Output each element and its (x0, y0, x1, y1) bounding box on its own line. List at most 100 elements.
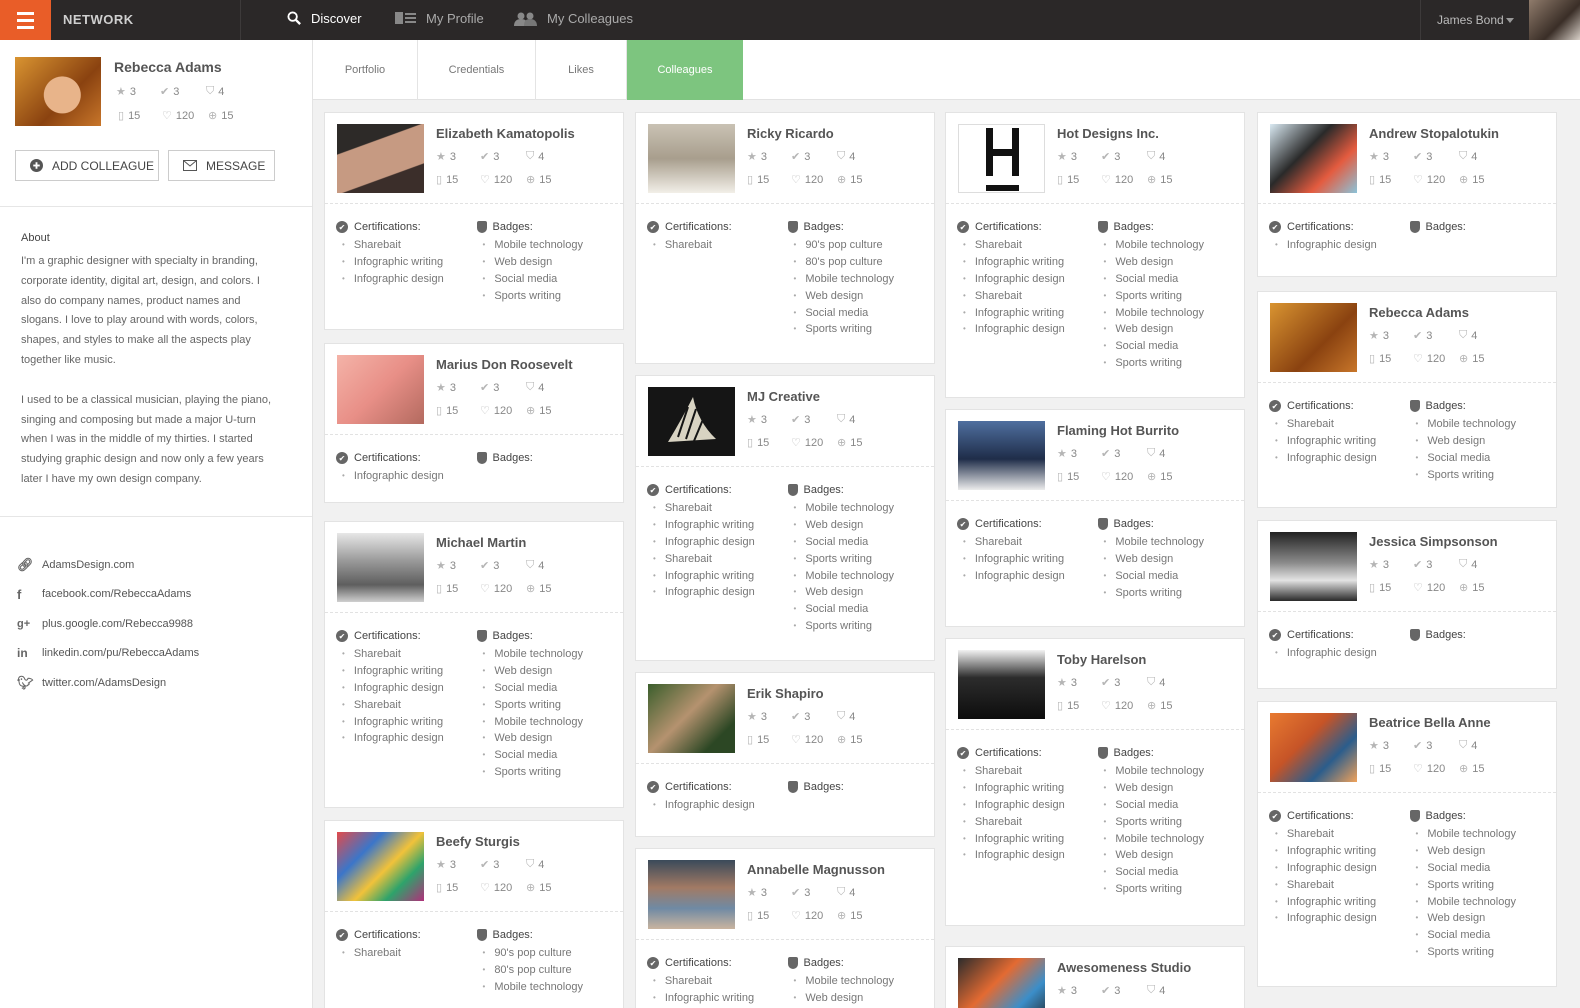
colleague-name[interactable]: Michael Martin (436, 535, 526, 550)
list-item: Web design (794, 517, 929, 534)
heart-icon: ♡ (791, 734, 801, 746)
list-item: Sharebait (653, 551, 788, 568)
colleague-name[interactable]: MJ Creative (747, 389, 820, 404)
colleague-name[interactable]: Jessica Simpsonson (1369, 534, 1498, 549)
stat: ★ 3 (436, 150, 480, 164)
avatar[interactable] (648, 124, 735, 193)
colleague-name[interactable]: Flaming Hot Burrito (1057, 423, 1179, 438)
chevron-down-icon[interactable] (1506, 18, 1514, 23)
tab-portfolio[interactable]: Portfolio (313, 40, 418, 100)
colleague-card[interactable]: Marius Don Roosevelt ★ 3 ✔ 3 ⛉ 4 ▯ 15 ♡ 120 ⊕ 15 ✔ Cer… (324, 343, 624, 503)
colleague-name[interactable]: Rebecca Adams (1369, 305, 1469, 320)
colleague-card[interactable]: Jessica Simpsonson ★ 3 ✔ 3 ⛉ 4 ▯ 15 ♡ 120 ⊕ 15 ✔ Certi… (1257, 520, 1557, 689)
colleague-card[interactable]: Annabelle Magnusson ★ 3 ✔ 3 ⛉ 4 ▯ 15 ♡ 120 ⊕ 15 ✔ Cert… (635, 848, 935, 1008)
nav-discover[interactable]: Discover (287, 11, 362, 26)
colleague-name[interactable]: Hot Designs Inc. (1057, 126, 1159, 141)
badges-label: Badges: (803, 781, 844, 793)
card-header: Jessica Simpsonson ★ 3 ✔ 3 ⛉ 4 ▯ 15 ♡ 120 ⊕ 15 (1258, 521, 1556, 612)
avatar[interactable] (958, 124, 1045, 193)
stat: ✔ 3 (1101, 447, 1147, 461)
plus-circle-icon: ⊕ (208, 110, 218, 122)
badges-column: Badges: Mobile technologyWeb designSocial… (476, 220, 618, 305)
user-avatar[interactable] (1529, 0, 1580, 40)
link-google-plus[interactable]: g+ plus.google.com/Rebecca9988 (17, 609, 199, 639)
add-colleague-button[interactable]: ADD COLLEAGUE (15, 150, 159, 181)
colleague-card[interactable]: Rebecca Adams ★ 3 ✔ 3 ⛉ 4 ▯ 15 ♡ 120 ⊕ 15 ✔ Certificat… (1257, 291, 1557, 508)
colleague-card[interactable]: Erik Shapiro ★ 3 ✔ 3 ⛉ 4 ▯ 15 ♡ 120 ⊕ 15 ✔ Certificati… (635, 672, 935, 837)
avatar[interactable] (337, 355, 424, 424)
menu-icon[interactable] (0, 0, 51, 40)
document-icon: ▯ (1057, 174, 1064, 186)
colleague-name[interactable]: Awesomeness Studio (1057, 960, 1191, 975)
avatar[interactable] (648, 684, 735, 753)
check-icon: ✔ (1101, 448, 1111, 460)
avatar[interactable] (1270, 532, 1357, 601)
list-item: Social media (794, 534, 929, 551)
colleague-card[interactable]: Michael Martin ★ 3 ✔ 3 ⛉ 4 ▯ 15 ♡ 120 ⊕ 15 ✔ Certifica… (324, 521, 624, 808)
link-facebook[interactable]: f facebook.com/RebeccaAdams (17, 580, 199, 610)
colleague-card[interactable]: Awesomeness Studio★3✔3⛉4▯15♡120⊕15 (945, 946, 1245, 1008)
link-linkedin[interactable]: in linkedin.com/pu/RebeccaAdams (17, 639, 199, 669)
nav-my-profile[interactable]: My Profile (395, 11, 484, 26)
colleague-name[interactable]: Toby Harelson (1057, 652, 1146, 667)
colleague-card[interactable]: MJ Creative ★ 3 ✔ 3 ⛉ 4 ▯ 15 ♡ 120 ⊕ 15 ✔ Certificatio… (635, 375, 935, 661)
colleague-card[interactable]: Beatrice Bella Anne ★ 3 ✔ 3 ⛉ 4 ▯ 15 ♡ 120 ⊕ 15 ✔ Cert… (1257, 701, 1557, 987)
tab-likes[interactable]: Likes (536, 40, 627, 100)
stat: ✔ 3 (480, 858, 526, 872)
colleague-name[interactable]: Marius Don Roosevelt (436, 357, 573, 372)
avatar[interactable] (1270, 124, 1357, 193)
colleague-card[interactable]: Ricky Ricardo ★ 3 ✔ 3 ⛉ 4 ▯ 15 ♡ 120 ⊕ 15 ✔ Certificat… (635, 112, 935, 364)
avatar[interactable] (1270, 303, 1357, 372)
avatar[interactable] (337, 533, 424, 602)
colleague-name[interactable]: Andrew Stopalotukin (1369, 126, 1499, 141)
avatar[interactable] (337, 124, 424, 193)
colleague-card[interactable]: Flaming Hot Burrito ★ 3 ✔ 3 ⛉ 4 ▯ 15 ♡ 120 ⊕ 15 ✔ Cert… (945, 409, 1245, 627)
colleague-card[interactable]: Andrew Stopalotukin ★ 3 ✔ 3 ⛉ 4 ▯ 15 ♡ 120 ⊕ 15 ✔ Cert… (1257, 112, 1557, 277)
stat-value: 15 (757, 909, 770, 922)
stat-value: 120 (493, 881, 513, 894)
document-icon: ▯ (747, 910, 754, 922)
user-menu-name[interactable]: James Bond (1437, 13, 1504, 27)
stat-value: 3 (449, 559, 456, 572)
colleague-name[interactable]: Beefy Sturgis (436, 834, 520, 849)
check-circle-icon: ✔ (336, 630, 348, 642)
colleague-card[interactable]: Beefy Sturgis ★ 3 ✔ 3 ⛉ 4 ▯ 15 ♡ 120 ⊕ 15 ✔ Certificat… (324, 820, 624, 1008)
list-item: Infographic design (1275, 860, 1410, 877)
stat-docs: 15 (128, 109, 141, 122)
card-stats-row: ▯15♡120⊕15 (747, 436, 862, 450)
avatar[interactable] (337, 832, 424, 901)
plus-circle-icon: ⊕ (526, 882, 536, 894)
avatar[interactable] (958, 650, 1045, 719)
tab-colleagues[interactable]: Colleagues (627, 40, 743, 100)
link-twitter[interactable]: 🐦︎ twitter.com/AdamsDesign (17, 668, 199, 698)
colleague-name[interactable]: Annabelle Magnusson (747, 862, 885, 877)
colleague-name[interactable]: Elizabeth Kamatopolis (436, 126, 575, 141)
avatar[interactable] (958, 421, 1045, 490)
colleague-name[interactable]: Erik Shapiro (747, 686, 824, 701)
check-circle-icon: ✔ (957, 747, 969, 759)
avatar[interactable] (648, 387, 735, 456)
card-stats-row: ★ 3 ✔ 3 ⛉ 4 (747, 710, 855, 723)
stat: ♡120 (1413, 173, 1459, 187)
colleague-name[interactable]: Ricky Ricardo (747, 126, 834, 141)
badges-heading: Badges: (1409, 220, 1551, 234)
plus-circle-icon: ⊕ (526, 583, 536, 595)
message-button[interactable]: MESSAGE (168, 150, 275, 181)
list-item: Web design (483, 663, 618, 680)
link-website[interactable]: 🔗︎ AdamsDesign.com (17, 550, 199, 580)
card-stats-row: ▯15♡120⊕15 (436, 881, 551, 895)
stat: ▯15 (1057, 470, 1101, 484)
avatar[interactable] (958, 958, 1045, 1008)
nav-my-colleagues[interactable]: My Colleagues (514, 11, 633, 26)
tab-credentials[interactable]: Credentials (418, 40, 536, 100)
avatar[interactable] (1270, 713, 1357, 782)
colleague-card[interactable]: Elizabeth Kamatopolis ★ 3 ✔ 3 ⛉ 4 ▯ 15 ♡ 120 ⊕ 15 ✔ Ce… (324, 112, 624, 330)
avatar[interactable] (648, 860, 735, 929)
heart-icon: ♡ (162, 110, 172, 122)
colleague-card[interactable]: Hot Designs Inc. ★ 3 ✔ 3 ⛉ 4 ▯ 15 ♡ 120 ⊕ 15 ✔ Certifi… (945, 112, 1245, 398)
colleague-card[interactable]: Toby Harelson ★ 3 ✔ 3 ⛉ 4 ▯ 15 ♡ 120 ⊕ 15 ✔ Certificat… (945, 638, 1245, 926)
colleague-name[interactable]: Beatrice Bella Anne (1369, 715, 1491, 730)
certifications-list: SharebaitInfographic writingInfographic … (957, 763, 1098, 864)
list-item: Web design (483, 254, 618, 271)
about-text: I'm a graphic designer with specialty in… (21, 252, 276, 490)
